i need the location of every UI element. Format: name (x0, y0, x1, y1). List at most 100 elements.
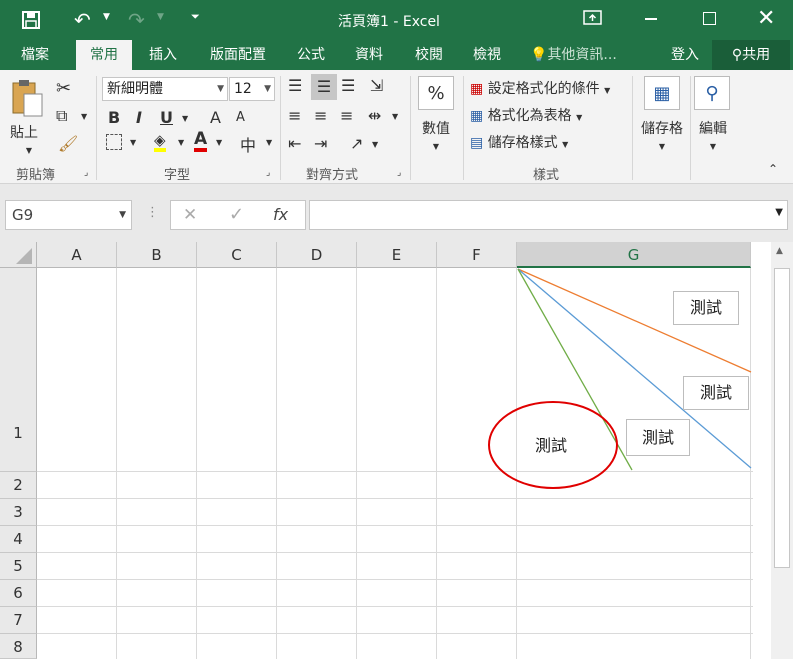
title-bar: ↶ ▼ ↷ ▼ ⏷ 活頁簿1 - Excel ✕ (0, 0, 793, 40)
name-box-value: G9 (12, 206, 34, 224)
textbox-1[interactable]: 測試 (673, 291, 739, 325)
align-center-icon[interactable]: ≡ (314, 106, 327, 125)
percent-icon: % (418, 76, 454, 110)
tell-me-label: 其他資訊... (547, 47, 617, 63)
format-as-table-button[interactable]: ▦ 格式化為表格 ▼ (470, 105, 582, 125)
clipboard-launcher-icon[interactable]: ⌟ (84, 168, 88, 178)
number-format-button[interactable]: % 數值 ▼ (418, 76, 454, 156)
window-title: 活頁簿1 - Excel (338, 14, 440, 30)
insert-function-icon[interactable]: fx (273, 205, 288, 224)
fill-color-icon[interactable]: ◈ (154, 132, 166, 152)
alignment-launcher-icon[interactable]: ⌟ (397, 168, 401, 178)
format-as-table-icon: ▦ (470, 108, 484, 124)
expand-formula-bar-icon[interactable]: ▼ (775, 207, 783, 218)
align-middle-icon[interactable]: ☰ (311, 74, 337, 100)
phonetic-dropdown-icon[interactable]: ▼ (266, 138, 272, 147)
sign-in-link[interactable]: 登入 (664, 40, 706, 70)
save-icon[interactable] (20, 9, 42, 35)
cancel-icon[interactable]: ✕ (183, 205, 197, 225)
scroll-thumb[interactable] (774, 268, 790, 568)
formula-bar: G9 ▼ ⋮ ✕ ✓ fx ▼ (0, 184, 793, 242)
tab-formulas[interactable]: 公式 (288, 40, 334, 70)
lightbulb-icon: 💡 (530, 47, 548, 63)
grow-font-button[interactable]: A (210, 108, 221, 127)
fill-color-dropdown-icon[interactable]: ▼ (178, 138, 184, 147)
tab-view[interactable]: 檢視 (464, 40, 510, 70)
align-right-icon[interactable]: ≡ (340, 106, 353, 125)
tab-home[interactable]: 常用 (76, 40, 132, 70)
separator (463, 76, 464, 180)
name-box[interactable]: G9 ▼ (5, 200, 132, 230)
tell-me-search[interactable]: 💡其他資訊... (530, 40, 630, 70)
cell-styles-button[interactable]: ▤ 儲存格樣式 ▼ (470, 132, 568, 152)
ribbon-tabs: 檔案 常用 插入 版面配置 公式 資料 校閱 檢視 💡其他資訊... 登入 ⚲共… (0, 40, 793, 70)
enter-icon[interactable]: ✓ (229, 204, 244, 225)
paste-dropdown-icon: ▼ (25, 146, 33, 155)
name-box-dropdown-icon: ▼ (119, 210, 126, 220)
minimize-icon[interactable] (645, 18, 657, 20)
font-color-dropdown-icon[interactable]: ▼ (216, 138, 222, 147)
align-top-icon[interactable]: ☰ (288, 76, 302, 95)
copy-dropdown-icon[interactable]: ▼ (81, 112, 87, 121)
tab-data[interactable]: 資料 (346, 40, 392, 70)
font-size-combo[interactable]: 12 ▼ (229, 77, 275, 101)
cells-button[interactable]: ▦ 儲存格 ▼ (638, 76, 686, 151)
separator (632, 76, 633, 180)
underline-button[interactable]: U (160, 108, 173, 127)
collapse-ribbon-icon[interactable]: ⌃ (768, 162, 778, 176)
tab-insert[interactable]: 插入 (140, 40, 186, 70)
ribbon: 貼上 ▼ ✂ ⧉ ▼ 🖌 剪貼簿 ⌟ 新細明體 ▼ 12 ▼ B I U ▼ A… (0, 70, 793, 184)
shrink-font-button[interactable]: A (236, 110, 245, 125)
conditional-formatting-label: 設定格式化的條件 (487, 81, 600, 97)
font-launcher-icon[interactable]: ⌟ (266, 168, 270, 178)
tab-file[interactable]: 檔案 (12, 40, 58, 70)
editing-button[interactable]: ⚲ 編輯 ▼ (694, 76, 732, 151)
textbox-3[interactable]: 測試 (626, 419, 690, 456)
share-button[interactable]: ⚲共用 (712, 40, 790, 70)
borders-dropdown-icon[interactable]: ▼ (130, 138, 136, 147)
italic-button[interactable]: I (136, 108, 142, 127)
cells-dropdown-icon: ▼ (658, 142, 666, 151)
conditional-formatting-button[interactable]: ▦ 設定格式化的條件 ▼ (470, 78, 610, 98)
merge-center-icon[interactable]: ⇹ (368, 106, 381, 125)
close-icon[interactable]: ✕ (757, 6, 775, 31)
ribbon-display-options-icon[interactable] (583, 9, 603, 31)
redo-icon: ↷ (128, 8, 145, 32)
copy-icon[interactable]: ⧉ (56, 106, 67, 126)
orientation-dropdown-icon[interactable]: ▼ (372, 140, 378, 149)
tab-page-layout[interactable]: 版面配置 (200, 40, 276, 70)
customize-qat-icon[interactable]: ⏷ (191, 10, 200, 24)
font-color-icon[interactable]: A (194, 130, 208, 152)
separator (280, 76, 281, 180)
format-painter-icon[interactable]: 🖌 (58, 134, 78, 153)
paste-label: 貼上 (10, 125, 38, 141)
font-name-combo[interactable]: 新細明體 ▼ (102, 77, 228, 101)
paste-button[interactable]: 貼上 ▼ (10, 78, 48, 156)
editing-label: 編輯 (699, 121, 727, 137)
formula-buttons: ✕ ✓ fx (170, 200, 306, 230)
undo-icon[interactable]: ↶ (74, 8, 91, 32)
cut-icon[interactable]: ✂ (56, 78, 71, 99)
textbox-2[interactable]: 測試 (683, 376, 749, 410)
phonetic-guide-button[interactable]: 中 (240, 132, 256, 156)
bold-button[interactable]: B (108, 108, 120, 127)
orientation-icon[interactable]: ↗ (350, 134, 363, 153)
increase-indent-icon[interactable]: ⇥ (314, 134, 327, 153)
maximize-icon[interactable] (703, 12, 716, 25)
scroll-up-icon[interactable]: ▲ (776, 246, 783, 256)
conditional-formatting-dropdown-icon: ▼ (604, 86, 611, 95)
align-left-icon[interactable]: ≡ (288, 106, 301, 125)
align-bottom-icon[interactable]: ☰ (341, 76, 355, 95)
underline-dropdown-icon[interactable]: ▼ (182, 114, 188, 123)
decrease-indent-icon[interactable]: ⇤ (288, 134, 301, 153)
separator (690, 76, 691, 180)
formula-input[interactable]: ▼ (309, 200, 788, 230)
editing-dropdown-icon: ▼ (709, 142, 717, 151)
merge-dropdown-icon[interactable]: ▼ (392, 112, 398, 121)
undo-dropdown-icon[interactable]: ▼ (103, 12, 110, 22)
borders-icon[interactable] (106, 134, 122, 150)
tab-review[interactable]: 校閱 (406, 40, 452, 70)
vertical-scrollbar[interactable]: ▲ (771, 242, 793, 659)
formula-bar-grip-icon: ⋮ (146, 205, 159, 220)
wrap-text-icon[interactable]: ⇲ (370, 76, 383, 95)
